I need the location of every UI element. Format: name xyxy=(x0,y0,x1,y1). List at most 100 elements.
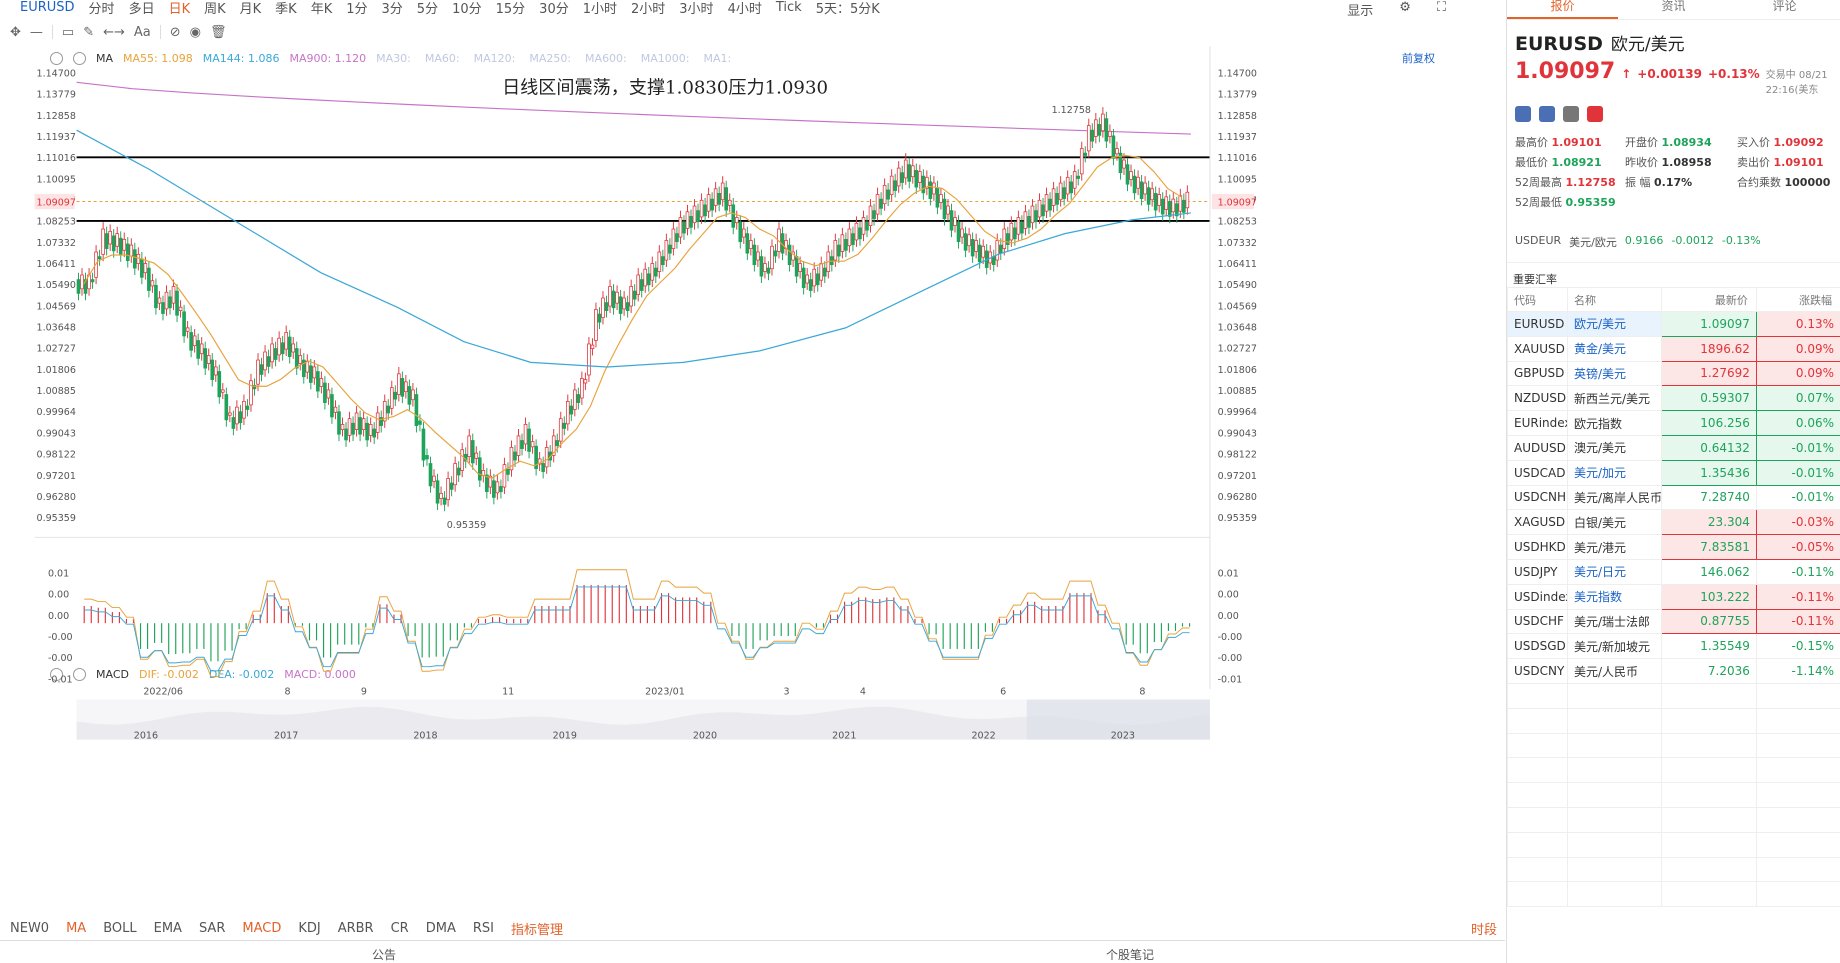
price-chart[interactable]: 1.14700 1.14700 1.13779 1.13779 1.12858 1.128… xyxy=(0,46,1505,876)
indicator-2[interactable]: BOLL xyxy=(103,921,136,936)
candle-body xyxy=(875,194,880,215)
period-14[interactable]: 2小时 xyxy=(631,0,665,17)
price-tick-left: 1.04569 xyxy=(37,301,76,312)
period-12[interactable]: 30分 xyxy=(539,0,569,17)
indicator-1[interactable]: MA xyxy=(66,921,86,936)
candle-body xyxy=(868,205,873,226)
stat-3-0: 52周最低 0.95359 xyxy=(1515,194,1625,210)
globe-icon[interactable] xyxy=(1515,106,1531,122)
display-menu[interactable]: 显示 xyxy=(1347,0,1373,19)
period-13[interactable]: 1小时 xyxy=(583,0,617,17)
stat-2-1: 振 幅 0.17% xyxy=(1625,174,1737,190)
rect-tool-icon[interactable]: ▭ xyxy=(62,25,74,40)
period-5[interactable]: 季K xyxy=(275,0,297,17)
tab-2[interactable]: 评论 xyxy=(1729,0,1840,19)
row-price: 103.222 xyxy=(1661,583,1757,610)
period-7[interactable]: 1分 xyxy=(346,0,367,17)
period-9[interactable]: 5分 xyxy=(417,0,438,17)
period-6[interactable]: 年K xyxy=(311,0,333,17)
eye-icon[interactable]: ◉ xyxy=(190,25,201,40)
indicator-11[interactable]: 指标管理 xyxy=(511,919,563,938)
empty-cell xyxy=(1567,881,1662,908)
period-8[interactable]: 3分 xyxy=(382,0,403,17)
session-button[interactable]: 时段 xyxy=(1471,919,1497,938)
candle-body xyxy=(713,188,718,206)
fullscreen-icon[interactable]: ⛶ xyxy=(1437,0,1446,19)
period-17[interactable]: Tick xyxy=(776,0,802,15)
indicator-9[interactable]: DMA xyxy=(426,921,456,936)
table-row[interactable]: AUDUSD 澳元/美元 0.64132 -0.01% xyxy=(1507,434,1840,461)
line-tool-icon[interactable]: — xyxy=(30,25,43,40)
indicator-6[interactable]: KDJ xyxy=(298,921,320,936)
heart-icon[interactable] xyxy=(1587,106,1603,122)
table-row[interactable]: GBPUSD 英镑/美元 1.27692 0.09% xyxy=(1507,360,1840,387)
col-3[interactable]: 涨跌幅 xyxy=(1755,287,1840,312)
doc-icon[interactable] xyxy=(1563,106,1579,122)
table-row[interactable]: USDCAD 美元/加元 1.35436 -0.01% xyxy=(1507,459,1840,486)
table-row[interactable]: XAUUSD 黄金/美元 1896.62 0.09% xyxy=(1507,335,1840,362)
candle-body xyxy=(319,378,324,387)
table-row[interactable]: USDSGD 美元/新加坡元 1.35549 -0.15% xyxy=(1507,633,1840,660)
tab-0[interactable]: 报价 xyxy=(1507,0,1618,19)
period-10[interactable]: 10分 xyxy=(452,0,482,17)
settings-icon[interactable]: ⚙ xyxy=(1399,0,1411,19)
tag-icon[interactable] xyxy=(1539,106,1555,122)
table-row[interactable]: USDCNH 美元/离岸人民币 7.28740 -0.01% xyxy=(1507,484,1840,511)
indicator-10[interactable]: RSI xyxy=(473,921,494,936)
tab-1[interactable]: 资讯 xyxy=(1618,0,1729,19)
empty-row xyxy=(1507,682,1840,709)
indicator-0[interactable]: NEW0 xyxy=(10,921,49,936)
indicator-7[interactable]: ARBR xyxy=(338,921,374,936)
table-row[interactable]: USDindex 美元指数 103.222 -0.11% xyxy=(1507,583,1840,610)
indicator-5[interactable]: MACD xyxy=(242,921,281,936)
table-row[interactable]: USDJPY 美元/日元 146.062 -0.11% xyxy=(1507,558,1840,585)
macd-tick-right: 0.00 xyxy=(1218,611,1239,622)
indicator-4[interactable]: SAR xyxy=(199,921,225,936)
notes-tab[interactable]: 个股笔记 xyxy=(1106,946,1154,963)
period-0[interactable]: 分时 xyxy=(89,0,115,17)
symbol-label[interactable]: EURUSD xyxy=(20,0,75,15)
lock-icon[interactable]: ⊘ xyxy=(170,25,181,40)
candle-body xyxy=(1013,227,1017,240)
indicator-8[interactable]: CR xyxy=(391,921,409,936)
period-15[interactable]: 3小时 xyxy=(679,0,713,17)
arrow-tool-icon[interactable]: ←→ xyxy=(103,25,125,40)
period-4[interactable]: 月K xyxy=(240,0,262,17)
period-11[interactable]: 15分 xyxy=(496,0,526,17)
table-row[interactable]: EURUSD 欧元/美元 1.09097 0.13% xyxy=(1507,311,1840,337)
indicator-3[interactable]: EMA xyxy=(154,921,182,936)
candle-body xyxy=(270,343,274,363)
candle-body xyxy=(706,194,711,212)
period-16[interactable]: 4小时 xyxy=(728,0,762,17)
notice-tab[interactable]: 公告 xyxy=(372,946,396,963)
table-row[interactable]: XAGUSD 白银/美元 23.304 -0.03% xyxy=(1507,509,1840,536)
candle-body xyxy=(692,205,697,224)
period-3[interactable]: 周K xyxy=(204,0,226,17)
usdeur-row[interactable]: USDEUR 美元/欧元 0.9166 -0.0012 -0.13% xyxy=(1515,234,1840,250)
trash-icon[interactable]: 🗑 xyxy=(210,25,227,40)
period-2[interactable]: 日K xyxy=(169,0,191,17)
table-row[interactable]: USDCHF 美元/瑞士法郎 0.87755 -0.11% xyxy=(1507,608,1840,635)
table-row[interactable]: USDCNY 美元/人民币 7.2036 -1.14% xyxy=(1507,658,1840,684)
pen-tool-icon[interactable]: ✎ xyxy=(83,25,94,40)
candle-body xyxy=(837,244,841,257)
text-tool-icon[interactable]: Aa xyxy=(134,25,151,40)
candle-body xyxy=(854,222,859,241)
col-0[interactable]: 代码 xyxy=(1507,287,1568,312)
table-row[interactable]: EURindex 欧元指数 106.256 0.06% xyxy=(1507,410,1840,436)
candle-body xyxy=(661,256,665,266)
table-row[interactable]: NZDUSD 新西兰元/美元 0.59307 0.07% xyxy=(1507,385,1840,412)
col-1[interactable]: 名称 xyxy=(1567,287,1662,312)
period-1[interactable]: 多日 xyxy=(129,0,155,17)
stat-1-0: 最低价 1.08921 xyxy=(1515,154,1625,170)
table-row[interactable]: USDHKD 美元/港元 7.83581 -0.05% xyxy=(1507,534,1840,560)
year-label: 2020 xyxy=(693,731,717,742)
col-2[interactable]: 最新价 xyxy=(1661,287,1757,312)
candle-body xyxy=(125,243,130,262)
stat-label: 52周最高 xyxy=(1515,176,1566,189)
crosshair-icon[interactable]: ✥ xyxy=(10,25,21,40)
row-pct: -0.11% xyxy=(1755,608,1840,635)
candle-body xyxy=(1132,175,1137,194)
stat-0-1: 开盘价 1.08934 xyxy=(1625,134,1737,150)
period-18[interactable]: 5天：5分K xyxy=(816,0,880,17)
